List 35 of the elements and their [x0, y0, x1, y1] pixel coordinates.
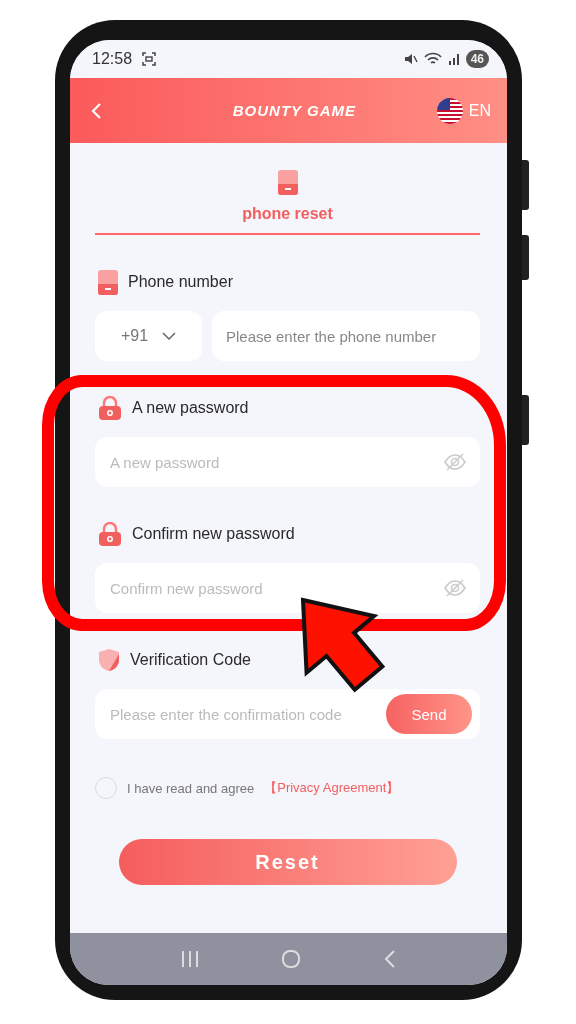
signal-icon — [447, 52, 460, 66]
password-input-field[interactable]: A new password — [95, 437, 480, 487]
hidden-eye-icon[interactable] — [444, 579, 466, 597]
password-input-field[interactable]: Confirm new password — [95, 563, 480, 613]
recents-icon[interactable] — [181, 951, 200, 967]
phone-input-field[interactable]: Please enter the phone number — [212, 311, 480, 361]
phone-icon — [277, 170, 298, 195]
hidden-eye-icon[interactable] — [444, 453, 466, 471]
country-code-select[interactable]: +91 — [95, 311, 202, 361]
send-button[interactable]: Send — [386, 694, 472, 734]
agreement-text: I have read and agree — [127, 780, 255, 796]
reset-button[interactable]: Reset — [118, 839, 457, 885]
phone-icon — [98, 269, 118, 295]
battery-level: 46 — [465, 50, 489, 68]
privacy-agreement-link[interactable]: 【Privacy Agreement】 — [264, 779, 400, 797]
back-icon[interactable] — [90, 101, 102, 120]
lock-icon — [98, 396, 122, 420]
chevron-down-icon[interactable] — [162, 332, 177, 340]
mute-icon — [403, 52, 418, 66]
field-label: Verification Code — [130, 651, 251, 669]
language-label[interactable]: EN — [468, 101, 491, 120]
home-icon[interactable] — [281, 949, 302, 969]
flag-icon[interactable] — [436, 97, 463, 124]
field-label: A new password — [132, 399, 249, 417]
status-time: 12:58 — [92, 50, 133, 68]
back-nav-icon[interactable] — [383, 950, 396, 968]
wifi-icon — [423, 52, 442, 66]
field-label: Confirm new password — [132, 525, 295, 543]
field-label: Phone number — [128, 273, 233, 291]
phone-reset-tab[interactable]: phone reset — [242, 205, 333, 223]
shield-icon — [98, 648, 120, 672]
lock-icon — [98, 522, 122, 546]
app-logo: BOUNTY GAME — [231, 102, 357, 119]
screenshot-icon — [142, 52, 157, 66]
code-input-field[interactable]: Please enter the confirmation code Send — [95, 689, 480, 739]
